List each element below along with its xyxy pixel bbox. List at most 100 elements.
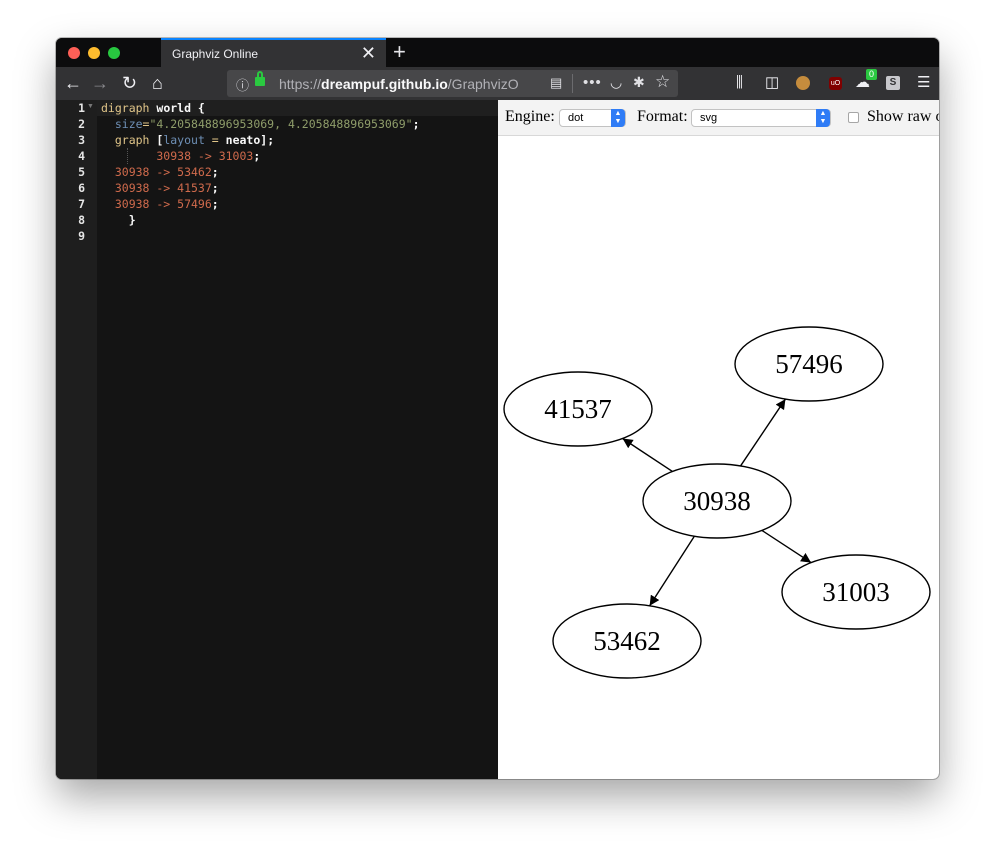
graph-node-30938: 30938 <box>642 463 792 539</box>
line-number: 7 <box>78 197 85 211</box>
node-label: 53462 <box>593 626 661 656</box>
format-select-value: svg <box>700 112 718 124</box>
code-token: ; <box>211 181 219 195</box>
url-host: dreampuf.github.io <box>321 76 448 92</box>
show-raw-checkbox[interactable] <box>848 112 859 123</box>
url-bar[interactable]: ⓘ https://dreampuf.github.io/GraphvizOnl… <box>227 70 678 97</box>
code-token: } <box>101 213 136 227</box>
graph-node-41537: 41537 <box>503 371 653 447</box>
code-line: 30938 -> 41537; <box>101 180 219 196</box>
graph-node-57496: 57496 <box>734 326 884 402</box>
code-line: size="4.205848896953069, 4.2058488969530… <box>101 116 420 132</box>
node-label: 30938 <box>683 486 751 516</box>
library-icon[interactable]: ⫼ <box>736 74 743 92</box>
tab-title: Graphviz Online <box>172 47 259 61</box>
code-token: ; <box>211 165 219 179</box>
engine-select[interactable]: dot ▲ ▼ <box>559 109 626 127</box>
format-label: Format: <box>637 108 688 125</box>
line-number: 1 <box>78 101 85 115</box>
code-token: world { <box>149 101 205 115</box>
reader-icon[interactable]: ▤ <box>550 75 562 91</box>
line-number: 5 <box>78 165 85 179</box>
info-icon[interactable]: ⓘ <box>236 75 249 94</box>
engine-label: Engine: <box>505 108 555 125</box>
monkey-icon[interactable] <box>796 76 810 90</box>
code-token: 30938 -> 57496 <box>101 197 212 211</box>
code-token: 30938 -> 53462 <box>101 165 212 179</box>
code-token: size <box>101 117 143 131</box>
url-path: /GraphvizOnline/ <box>447 76 519 92</box>
code-token: layout <box>163 133 205 147</box>
node-label: 57496 <box>775 349 843 379</box>
line-number: 3 <box>78 133 85 147</box>
more-icon[interactable]: ••• <box>583 74 602 91</box>
bookmark-star-icon[interactable]: ☆ <box>655 72 670 92</box>
code-token: digraph <box>101 101 150 115</box>
browser-window: Graphviz Online ✕ + ← → ↻ ⌂ ⓘ https://dr… <box>56 38 939 779</box>
graph-node-31003: 31003 <box>781 554 931 630</box>
tab-graphviz-online[interactable]: Graphviz Online ✕ <box>161 38 386 67</box>
code-token: "4.205848896953069, 4.205848896953069" <box>149 117 413 131</box>
fold-arrow-icon[interactable]: ▼ <box>87 103 94 110</box>
url-separator <box>572 74 573 93</box>
graph-node-53462: 53462 <box>552 603 702 679</box>
code-token: ; <box>412 117 420 131</box>
code-line: 30938 -> 57496; <box>101 196 219 212</box>
output-pane: Engine: dot ▲ ▼ Format: svg ▲ ▼ Show raw o… <box>498 100 939 779</box>
reload-icon[interactable]: ↻ <box>122 73 137 93</box>
graph-edge-30938-41537 <box>622 437 673 473</box>
url-text[interactable]: https://dreampuf.github.io/GraphvizOnlin… <box>279 76 519 92</box>
code-token: graph <box>101 133 150 147</box>
code-token: ; <box>211 197 219 211</box>
code-token: 30938 -> 31003 <box>101 149 254 163</box>
graph-edge-30938-57496 <box>739 398 787 467</box>
node-label: 31003 <box>822 577 890 607</box>
zoom-window-button[interactable] <box>108 47 120 59</box>
format-select[interactable]: svg ▲ ▼ <box>691 109 831 127</box>
chevron-updown-icon: ▲ ▼ <box>816 109 830 127</box>
code-line: graph [layout = neato]; <box>101 132 274 148</box>
line-number: 4 <box>78 149 85 163</box>
line-number: 2 <box>78 117 85 131</box>
forward-icon[interactable]: → <box>91 73 109 93</box>
close-window-button[interactable] <box>68 47 80 59</box>
chevron-updown-icon: ▲ ▼ <box>611 109 625 127</box>
code-token: [ <box>149 133 164 147</box>
code-line: digraph world { <box>101 100 205 116</box>
engine-select-value: dot <box>568 112 584 124</box>
line-number: 9 <box>78 229 85 243</box>
code-line: } <box>101 212 136 228</box>
graph-edge-30938-31003 <box>761 529 812 564</box>
extension-badge: 0 <box>866 69 877 80</box>
graph-edge-30938-53462 <box>649 535 695 607</box>
bug-icon[interactable]: ✱ <box>633 74 645 91</box>
back-icon[interactable]: ← <box>64 73 82 93</box>
code-editor[interactable]: ▼ 1 2 3 4 5 6 7 8 9 digraph world { size="4.20584… <box>56 100 498 779</box>
new-tab-button[interactable]: + <box>393 39 406 65</box>
sidebar-icon[interactable]: ◫ <box>765 74 779 92</box>
line-number: 6 <box>78 181 85 195</box>
tab-close-icon[interactable]: ✕ <box>361 43 376 63</box>
code-token: ]; <box>260 133 275 147</box>
code-token: neato <box>225 133 261 147</box>
node-label: 41537 <box>544 394 612 424</box>
code-token: = <box>204 133 226 147</box>
code-line: 30938 -> 31003; <box>101 148 260 164</box>
graph-canvas: 30938 57496 41537 31003 53462 <box>503 326 931 679</box>
nav-bar: ← → ↻ ⌂ ⓘ https://dreampuf.github.io/Gra… <box>56 67 939 100</box>
minimize-window-button[interactable] <box>88 47 100 59</box>
home-icon[interactable]: ⌂ <box>152 73 163 93</box>
output-toolbar: Engine: dot ▲ ▼ Format: svg ▲ ▼ Show raw o <box>498 100 939 136</box>
url-prefix: https:// <box>279 76 322 92</box>
tab-bar: Graphviz Online ✕ + <box>56 38 939 67</box>
code-line: 30938 -> 53462; <box>101 164 219 180</box>
code-token: ; <box>253 149 261 163</box>
pocket-icon[interactable]: ◡ <box>610 74 622 91</box>
show-raw-label: Show raw o <box>867 108 939 125</box>
line-number: 8 <box>78 213 85 227</box>
s-icon[interactable]: S <box>886 76 900 90</box>
ublock-icon[interactable]: uO <box>829 77 842 90</box>
menu-icon[interactable]: ☰ <box>917 74 930 92</box>
lock-icon[interactable] <box>255 71 265 86</box>
code-token: 30938 -> 41537 <box>101 181 212 195</box>
